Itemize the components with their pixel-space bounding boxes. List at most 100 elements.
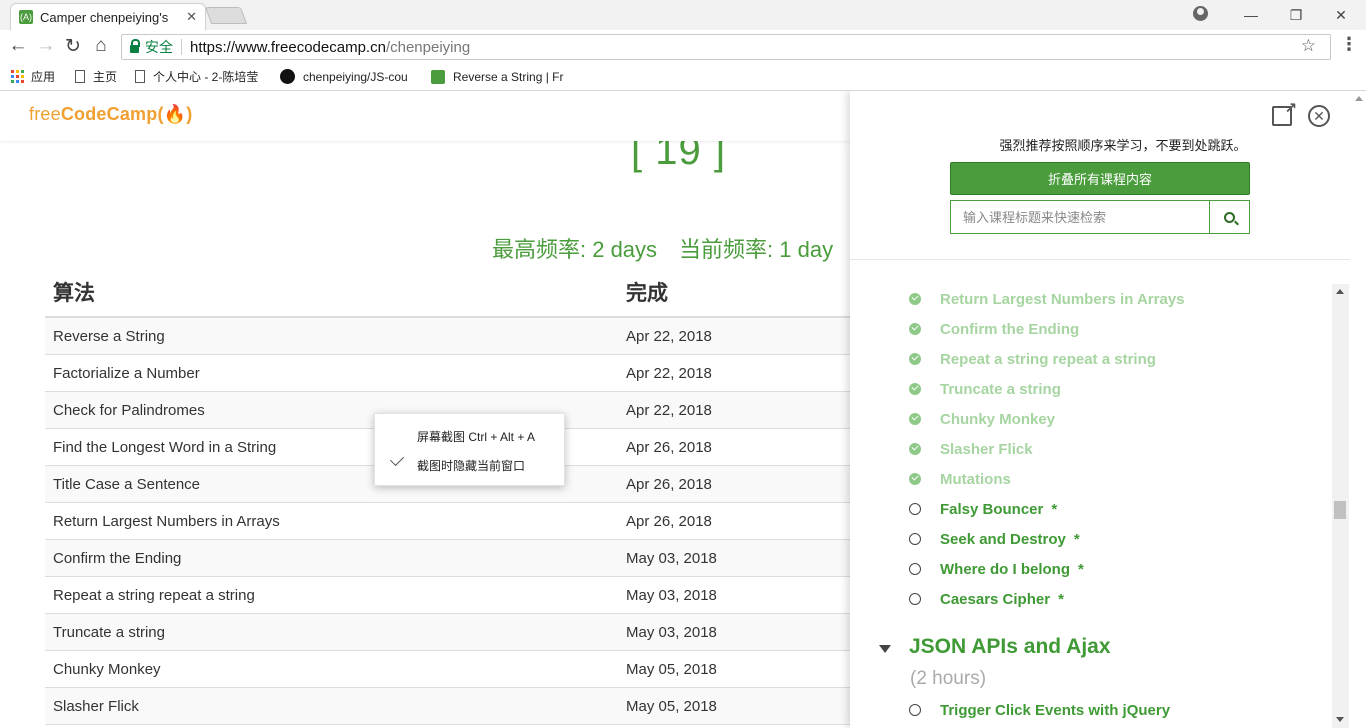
bookmark-fcc[interactable]: Reverse a String | Fr <box>431 69 568 84</box>
required-star: * <box>1058 590 1064 608</box>
search-icon <box>1224 211 1235 223</box>
row-algorithm-name[interactable]: Truncate a string <box>45 624 618 641</box>
omnibox-divider <box>181 39 182 55</box>
required-star: * <box>1078 560 1084 578</box>
scroll-up-icon[interactable] <box>1336 289 1344 294</box>
caret-down-icon[interactable] <box>879 645 891 653</box>
search-button[interactable] <box>1209 201 1249 233</box>
flame-icon: (🔥) <box>157 104 193 124</box>
challenge-item[interactable]: Chunky Monkey <box>909 404 1055 434</box>
external-link-icon[interactable] <box>1272 99 1297 126</box>
context-menu-item-screenshot[interactable]: 屏幕截图 Ctrl + Alt + A <box>417 428 535 445</box>
close-icon[interactable]: ✕ <box>1308 105 1330 127</box>
bookmark-label: chenpeiying/JS-cou <box>303 69 408 84</box>
row-completed-date: Apr 22, 2018 <box>626 364 712 382</box>
map-search-input[interactable] <box>951 201 1209 233</box>
longest-streak: 最高频率: 2 days <box>492 237 658 262</box>
row-completed-date: Apr 26, 2018 <box>626 475 712 493</box>
tab-title: Camper chenpeiying's <box>40 9 169 25</box>
bookmark-github[interactable]: chenpeiying/JS-cou <box>280 69 418 84</box>
table-row: Slasher Flick May 05, 2018 <box>45 688 850 725</box>
profile-icon[interactable] <box>1193 6 1208 21</box>
challenge-label: Confirm the Ending <box>940 320 1080 338</box>
browser-tab[interactable]: (A) Camper chenpeiying's ✕ <box>10 3 206 30</box>
circle-icon <box>909 593 921 605</box>
challenge-item[interactable]: Falsy Bouncer * <box>909 494 1057 524</box>
row-algorithm-name[interactable]: Confirm the Ending <box>45 550 618 567</box>
collapse-all-button[interactable]: 折叠所有课程内容 <box>950 162 1250 195</box>
section-hours: (2 hours) <box>910 668 987 689</box>
table-row: Chunky Monkey May 05, 2018 <box>45 651 850 688</box>
tab-close-icon[interactable]: ✕ <box>186 9 197 25</box>
check-circle-icon <box>909 323 921 335</box>
row-algorithm-name[interactable]: Repeat a string repeat a string <box>45 587 618 604</box>
row-completed-date: Apr 22, 2018 <box>626 327 712 345</box>
row-completed-date: May 05, 2018 <box>626 697 717 715</box>
required-star: * <box>1073 530 1080 548</box>
challenge-item[interactable]: Caesars Cipher * <box>909 584 1064 614</box>
challenge-item[interactable]: Where do I belong * <box>909 554 1084 584</box>
section-title[interactable]: JSON APIs and Ajax <box>909 635 1111 659</box>
circle-icon <box>909 563 921 575</box>
close-window-button[interactable]: ✕ <box>1318 0 1364 30</box>
fcc-icon <box>431 69 445 84</box>
url-host: https://www.freecodecamp.cn <box>190 38 386 56</box>
check-circle-icon <box>909 443 921 455</box>
algorithms-table: 算法 完成 Reverse a String Apr 22, 2018 Factor… <box>45 268 850 725</box>
check-circle-icon <box>909 473 921 485</box>
table-row: Reverse a String Apr 22, 2018 <box>45 318 850 355</box>
challenge-label: Mutations <box>940 470 1011 488</box>
challenge-label: Falsy Bouncer <box>940 500 1044 518</box>
apps-icon <box>11 70 24 83</box>
challenge-item[interactable]: Truncate a string <box>909 374 1061 404</box>
challenge-item[interactable]: Seek and Destroy * <box>909 524 1080 554</box>
bookmark-star-icon[interactable]: ☆ <box>1301 36 1316 56</box>
bookmark-apps[interactable]: 应用 <box>11 68 71 85</box>
scroll-down-icon[interactable] <box>1336 717 1344 722</box>
bookmark-label: 个人中心 - 2-陈培莹 <box>153 70 259 84</box>
circle-icon <box>909 503 921 515</box>
map-hint: 强烈推荐按照顺序来学习，不要到处跳跃。 <box>999 138 1247 153</box>
row-algorithm-name[interactable]: Factorialize a Number <box>45 365 618 382</box>
minimize-button[interactable]: — <box>1228 0 1274 30</box>
row-algorithm-name[interactable]: Reverse a String <box>45 328 618 345</box>
row-algorithm-name[interactable]: Chunky Monkey <box>45 661 618 678</box>
freecodecamp-logo[interactable]: freeCodeCamp(🔥) <box>29 104 192 125</box>
browser-toolbar: ← → ↻ ⌂ 安全 https://www.freecodecamp.cn/c… <box>0 30 1366 63</box>
forward-arrow-icon[interactable]: → <box>35 35 57 57</box>
current-streak: 当前频率: 1 day <box>679 237 834 262</box>
logo-free: free <box>29 104 61 124</box>
home-icon[interactable]: ⌂ <box>90 35 112 57</box>
challenge-item[interactable]: Return Largest Numbers in Arrays <box>909 284 1185 314</box>
fcc-favicon-icon: (A) <box>19 10 33 24</box>
panel-divider <box>850 259 1350 260</box>
back-arrow-icon[interactable]: ← <box>7 35 29 57</box>
challenge-label: Return Largest Numbers in Arrays <box>940 290 1185 308</box>
browser-menu-icon[interactable]: ⋮ <box>1340 34 1358 55</box>
bookmark-home[interactable]: 主页 <box>75 68 130 85</box>
challenge-item[interactable]: Mutations <box>909 464 1011 494</box>
address-bar[interactable]: 安全 https://www.freecodecamp.cn/chenpeiyi… <box>121 34 1331 60</box>
panel-scrollbar[interactable] <box>1332 284 1349 728</box>
challenge-label: Slasher Flick <box>940 440 1033 458</box>
reload-icon[interactable]: ↻ <box>62 35 84 57</box>
row-algorithm-name[interactable]: Return Largest Numbers in Arrays <box>45 513 618 530</box>
maximize-button[interactable]: ❐ <box>1273 0 1319 30</box>
challenge-label: Where do I belong <box>940 560 1070 578</box>
challenge-item[interactable]: Slasher Flick <box>909 434 1033 464</box>
page-icon <box>75 70 85 83</box>
challenge-item[interactable]: Trigger Click Events with jQuery <box>909 695 1170 725</box>
page-scroll-up-icon[interactable] <box>1355 96 1363 101</box>
new-tab-button[interactable] <box>204 7 248 24</box>
page-icon <box>135 70 145 83</box>
row-algorithm-name[interactable]: Slasher Flick <box>45 698 618 715</box>
challenge-item[interactable]: Confirm the Ending <box>909 314 1079 344</box>
required-star: * <box>1051 500 1058 518</box>
challenge-label: Trigger Click Events with jQuery <box>940 701 1171 719</box>
table-row: Truncate a string May 03, 2018 <box>45 614 850 651</box>
context-menu-item-hide-window[interactable]: 截图时隐藏当前窗口 <box>417 457 525 474</box>
github-icon <box>280 69 295 84</box>
bookmark-profile[interactable]: 个人中心 - 2-陈培莹 <box>135 68 265 85</box>
challenge-item[interactable]: Repeat a string repeat a string <box>909 344 1156 374</box>
scroll-thumb[interactable] <box>1334 501 1346 519</box>
